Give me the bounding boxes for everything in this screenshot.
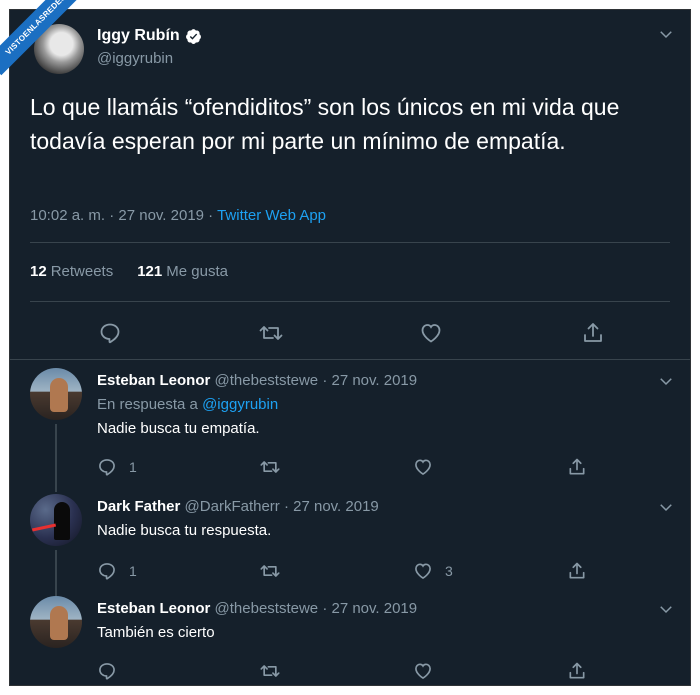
reply-to-handle[interactable]: @iggyrubin: [202, 396, 278, 413]
reply-button[interactable]: [97, 659, 129, 683]
share-button[interactable]: [567, 455, 587, 479]
chevron-down-icon[interactable]: [657, 372, 675, 390]
retweet-icon: [259, 457, 281, 477]
thread-line: [55, 550, 57, 596]
chevron-down-icon[interactable]: [657, 600, 675, 618]
reply-actions: [97, 659, 597, 683]
reply-to-prefix: En respuesta a: [97, 396, 203, 413]
tweet-meta: 10:02 a. m. · 27 nov. 2019 · Twitter Web…: [30, 207, 326, 224]
chevron-down-icon[interactable]: [657, 25, 675, 43]
heart-icon[interactable]: [413, 315, 449, 351]
like-button[interactable]: [413, 455, 445, 479]
likes-label: Me gusta: [166, 263, 228, 280]
retweet-button[interactable]: [259, 455, 281, 479]
tweet-stats: 12 Retweets 121 Me gusta: [30, 263, 228, 280]
chevron-down-icon[interactable]: [657, 498, 675, 516]
likes-count: 121: [137, 263, 163, 280]
retweets-count: 12: [30, 263, 47, 280]
avatar[interactable]: [30, 596, 82, 648]
reply-author-name[interactable]: Esteban Leonor: [97, 372, 210, 389]
share-icon: [567, 561, 587, 581]
tweet-timestamp[interactable]: 10:02 a. m. · 27 nov. 2019 ·: [30, 207, 217, 224]
like-button[interactable]: 3: [413, 559, 453, 583]
share-icon: [567, 661, 587, 681]
reply-text: También es cierto: [97, 624, 215, 641]
reply-header: Esteban Leonor @thebeststewe · 27 nov. 2…: [97, 600, 417, 617]
thread-line: [55, 424, 57, 492]
retweet-button[interactable]: [259, 559, 281, 583]
reply-author-name[interactable]: Esteban Leonor: [97, 600, 210, 617]
divider: [30, 301, 670, 302]
avatar[interactable]: [30, 368, 82, 420]
reply-icon[interactable]: [92, 315, 128, 351]
main-tweet-actions: [10, 315, 690, 351]
tweet-source-app[interactable]: Twitter Web App: [217, 207, 326, 224]
reply-handle-date[interactable]: @thebeststewe · 27 nov. 2019: [215, 600, 418, 617]
reply-actions: 1: [97, 455, 597, 479]
retweet-icon[interactable]: [253, 315, 289, 351]
tweet-text: Lo que llamáis “ofendiditos” son los úni…: [30, 94, 620, 154]
share-icon: [567, 457, 587, 477]
reply-actions: 1 3: [97, 559, 597, 583]
likes-stat[interactable]: 121 Me gusta: [137, 263, 228, 280]
reply-icon: [97, 457, 117, 477]
reply-icon: [97, 561, 117, 581]
tweet-thread: Iggy Rubín @iggyrubin Lo que llamáis “of…: [9, 9, 691, 686]
retweets-stat[interactable]: 12 Retweets: [30, 263, 113, 280]
like-button[interactable]: [413, 659, 445, 683]
reply-button[interactable]: 1: [97, 559, 137, 583]
share-icon[interactable]: [575, 315, 611, 351]
heart-icon: [413, 457, 433, 477]
reply-header: Esteban Leonor @thebeststewe · 27 nov. 2…: [97, 372, 417, 389]
retweet-icon: [259, 661, 281, 681]
reply-text: Nadie busca tu respuesta.: [97, 522, 272, 539]
share-button[interactable]: [567, 559, 587, 583]
reply-text: Nadie busca tu empatía.: [97, 420, 260, 437]
share-button[interactable]: [567, 659, 587, 683]
reply-handle-date[interactable]: @DarkFatherr · 27 nov. 2019: [185, 498, 379, 515]
author-name[interactable]: Iggy Rubín: [97, 27, 180, 45]
reply-handle-date[interactable]: @thebeststewe · 27 nov. 2019: [215, 372, 418, 389]
reply-button[interactable]: 1: [97, 455, 137, 479]
reply-header: Dark Father @DarkFatherr · 27 nov. 2019: [97, 498, 379, 515]
like-count: 3: [445, 563, 453, 579]
reply-count: 1: [129, 459, 137, 475]
heart-icon: [413, 561, 433, 581]
reply-icon: [97, 661, 117, 681]
retweet-icon: [259, 561, 281, 581]
reply-context: En respuesta a @iggyrubin: [97, 396, 278, 413]
reply-author-name[interactable]: Dark Father: [97, 498, 180, 515]
avatar[interactable]: [30, 494, 82, 546]
author-handle[interactable]: @iggyrubin: [97, 50, 173, 67]
retweet-button[interactable]: [259, 659, 281, 683]
heart-icon: [413, 661, 433, 681]
divider: [30, 242, 670, 243]
reply-count: 1: [129, 563, 137, 579]
verified-badge-icon: [185, 28, 202, 45]
author-name-row[interactable]: Iggy Rubín: [97, 27, 202, 45]
divider: [10, 359, 690, 360]
retweets-label: Retweets: [50, 263, 114, 280]
